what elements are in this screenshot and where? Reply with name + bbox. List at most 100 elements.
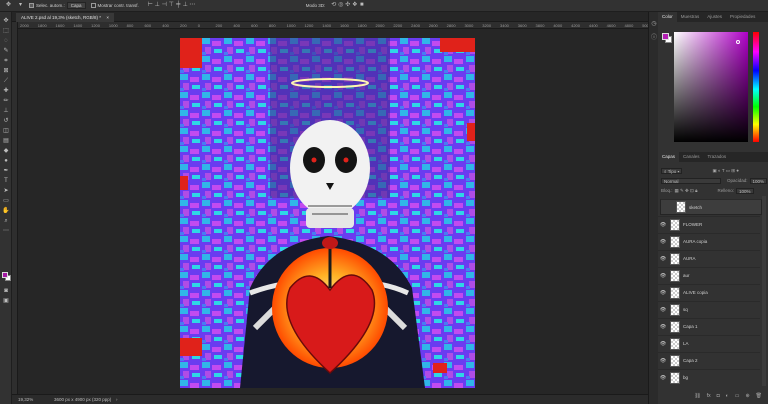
layer-row[interactable]: 👁︎ AURA [658, 250, 760, 266]
visibility-eye-icon[interactable]: 👁︎ [658, 273, 668, 279]
align-center-icon[interactable]: ⊥ [154, 2, 161, 9]
trash-icon[interactable]: 🗑︎ [756, 393, 762, 399]
layer-thumbnail[interactable] [670, 320, 680, 333]
rectangle-tool-icon[interactable]: ▭ [2, 198, 10, 205]
info-panel-icon[interactable]: ⓘ [650, 32, 658, 41]
marquee-tool-icon[interactable]: ⬚ [2, 28, 10, 35]
visibility-eye-icon[interactable]: 👁︎ [658, 222, 668, 228]
tab-color[interactable]: Color [658, 12, 677, 22]
3d-camera-icon[interactable]: ■ [358, 2, 365, 9]
document-tab[interactable]: ALIVE 2.psd al 19,3% (sketch, RGB/8) * × [16, 13, 114, 22]
eyedropper-tool-icon[interactable]: ⟋ [2, 78, 10, 85]
panel-foreground-swatch[interactable] [662, 33, 669, 40]
fill-field[interactable]: 100% [736, 187, 754, 194]
foreground-color-swatch[interactable] [2, 272, 8, 278]
blur-tool-icon[interactable]: ◆ [2, 148, 10, 155]
layer-thumbnail[interactable] [670, 354, 680, 367]
layer-row[interactable]: 👁︎ Capa 1 [658, 318, 760, 334]
visibility-eye-icon[interactable]: 👁︎ [658, 341, 668, 347]
more-options-icon[interactable]: ⋯ [189, 2, 196, 9]
layer-thumbnail[interactable] [676, 201, 686, 213]
layer-row[interactable]: sketch [660, 199, 762, 215]
align-bottom-icon[interactable]: ⊥ [182, 2, 189, 9]
opacity-field[interactable]: 100% [749, 177, 768, 184]
pen-tool-icon[interactable]: ✒ [2, 168, 10, 175]
show-transform-checkbox[interactable]: Mostrar contr. transf. [90, 3, 139, 8]
3d-slide-icon[interactable]: ❖ [351, 2, 358, 9]
auto-select-checkbox[interactable]: Selec. autom.: [29, 3, 65, 8]
type-tool-icon[interactable]: T [2, 178, 10, 185]
history-brush-tool-icon[interactable]: ↺ [2, 118, 10, 125]
layer-thumbnail[interactable] [670, 235, 680, 248]
visibility-eye-icon[interactable]: 👁︎ [658, 290, 668, 296]
align-right-icon[interactable]: ⊣ [161, 2, 168, 9]
visibility-eye-icon[interactable]: 👁︎ [658, 307, 668, 313]
tab-properties[interactable]: Propiedades [726, 12, 759, 22]
stamp-tool-icon[interactable]: ⊥ [2, 108, 10, 115]
align-top-icon[interactable]: ⊤ [168, 2, 175, 9]
visibility-eye-icon[interactable]: 👁︎ [658, 239, 668, 245]
layer-thumbnail[interactable] [670, 337, 680, 350]
close-tab-icon[interactable]: × [106, 15, 109, 20]
crop-tool-icon[interactable]: ⌗ [2, 58, 10, 65]
layer-row[interactable]: 👁︎ aur [658, 267, 760, 283]
layer-row[interactable]: 👁︎ LA [658, 335, 760, 351]
align-left-icon[interactable]: ⊢ [147, 2, 154, 9]
3d-pan-icon[interactable]: ✣ [344, 2, 351, 9]
3d-rotate-icon[interactable]: ⟲ [330, 2, 337, 9]
zoom-readout[interactable]: 19,32% [18, 395, 33, 404]
layer-row[interactable]: 👁︎ ALIVE copia [658, 284, 760, 300]
gradient-tool-icon[interactable]: ▤ [2, 138, 10, 145]
layer-row[interactable]: 👁︎ FLOWER [658, 216, 760, 232]
layer-thumbnail[interactable] [670, 252, 680, 265]
layer-thumbnail[interactable] [670, 286, 680, 299]
layer-row[interactable]: 👁︎ AURA copia [658, 233, 760, 249]
layer-thumbnail[interactable] [670, 269, 680, 282]
status-menu-chevron-icon[interactable]: › [116, 395, 118, 404]
tab-channels[interactable]: Canales [679, 152, 704, 162]
dodge-tool-icon[interactable]: ● [2, 158, 10, 165]
layer-filter-dropdown[interactable]: ⌕ Tipo ▾ [661, 167, 683, 174]
add-mask-icon[interactable]: ◘ [717, 393, 720, 399]
chevron-down-icon[interactable]: ▾ [17, 2, 24, 9]
quick-select-tool-icon[interactable]: ✎ [2, 48, 10, 55]
lock-icons[interactable]: ▦ ✎ ✥ ⊡ 🔒︎ [675, 188, 698, 194]
lasso-tool-icon[interactable]: ◌ [2, 38, 10, 45]
frame-tool-icon[interactable]: ⊠ [2, 68, 10, 75]
tab-adjustments[interactable]: Ajustes [703, 12, 726, 22]
layer-thumbnail[interactable] [670, 303, 680, 316]
screen-mode-icon[interactable]: ▣ [2, 298, 10, 305]
layers-scrollbar[interactable] [762, 196, 766, 386]
history-panel-icon[interactable]: ◷ [650, 20, 658, 27]
zoom-tool-icon[interactable]: ⌕ [2, 218, 10, 225]
tab-paths[interactable]: Trazados [704, 152, 731, 162]
align-middle-icon[interactable]: ╪ [175, 2, 182, 9]
brush-tool-icon[interactable]: ✏ [2, 98, 10, 105]
artwork-canvas[interactable] [180, 38, 475, 388]
fx-icon[interactable]: fx [707, 393, 711, 399]
path-select-tool-icon[interactable]: ➤ [2, 188, 10, 195]
visibility-eye-icon[interactable]: 👁︎ [658, 256, 668, 262]
layer-row[interactable]: 👁︎ Capa 2 [658, 352, 760, 368]
hand-tool-icon[interactable]: ✋ [2, 208, 10, 215]
adjustment-layer-icon[interactable]: ◐ [726, 393, 729, 399]
filter-icons[interactable]: ▣ ◐ T ▭ ⊞ ● [712, 168, 739, 174]
layer-thumbnail[interactable] [670, 218, 680, 231]
visibility-eye-icon[interactable]: 👁︎ [658, 324, 668, 330]
layer-row[interactable]: 👁︎ bg [658, 369, 760, 385]
3d-roll-icon[interactable]: ◎ [337, 2, 344, 9]
layer-row[interactable]: 👁︎ sq [658, 301, 760, 317]
move-tool-icon[interactable]: ✥ [5, 2, 12, 9]
blend-mode-dropdown[interactable]: Normal [661, 177, 721, 184]
visibility-eye-icon[interactable]: 👁︎ [658, 358, 668, 364]
eraser-tool-icon[interactable]: ◫ [2, 128, 10, 135]
move-tool-icon[interactable]: ✥ [2, 18, 10, 25]
visibility-eye-icon[interactable]: 👁︎ [658, 375, 668, 381]
layer-thumbnail[interactable] [670, 371, 680, 384]
quick-mask-icon[interactable]: ◙ [2, 288, 10, 295]
auto-select-target-dropdown[interactable]: Capa [66, 2, 86, 9]
tab-swatches[interactable]: Muestras [677, 12, 704, 22]
new-layer-icon[interactable]: ⊕ [745, 393, 749, 399]
hue-slider[interactable] [753, 32, 759, 142]
more-tools-icon[interactable]: ⋯ [2, 228, 10, 235]
